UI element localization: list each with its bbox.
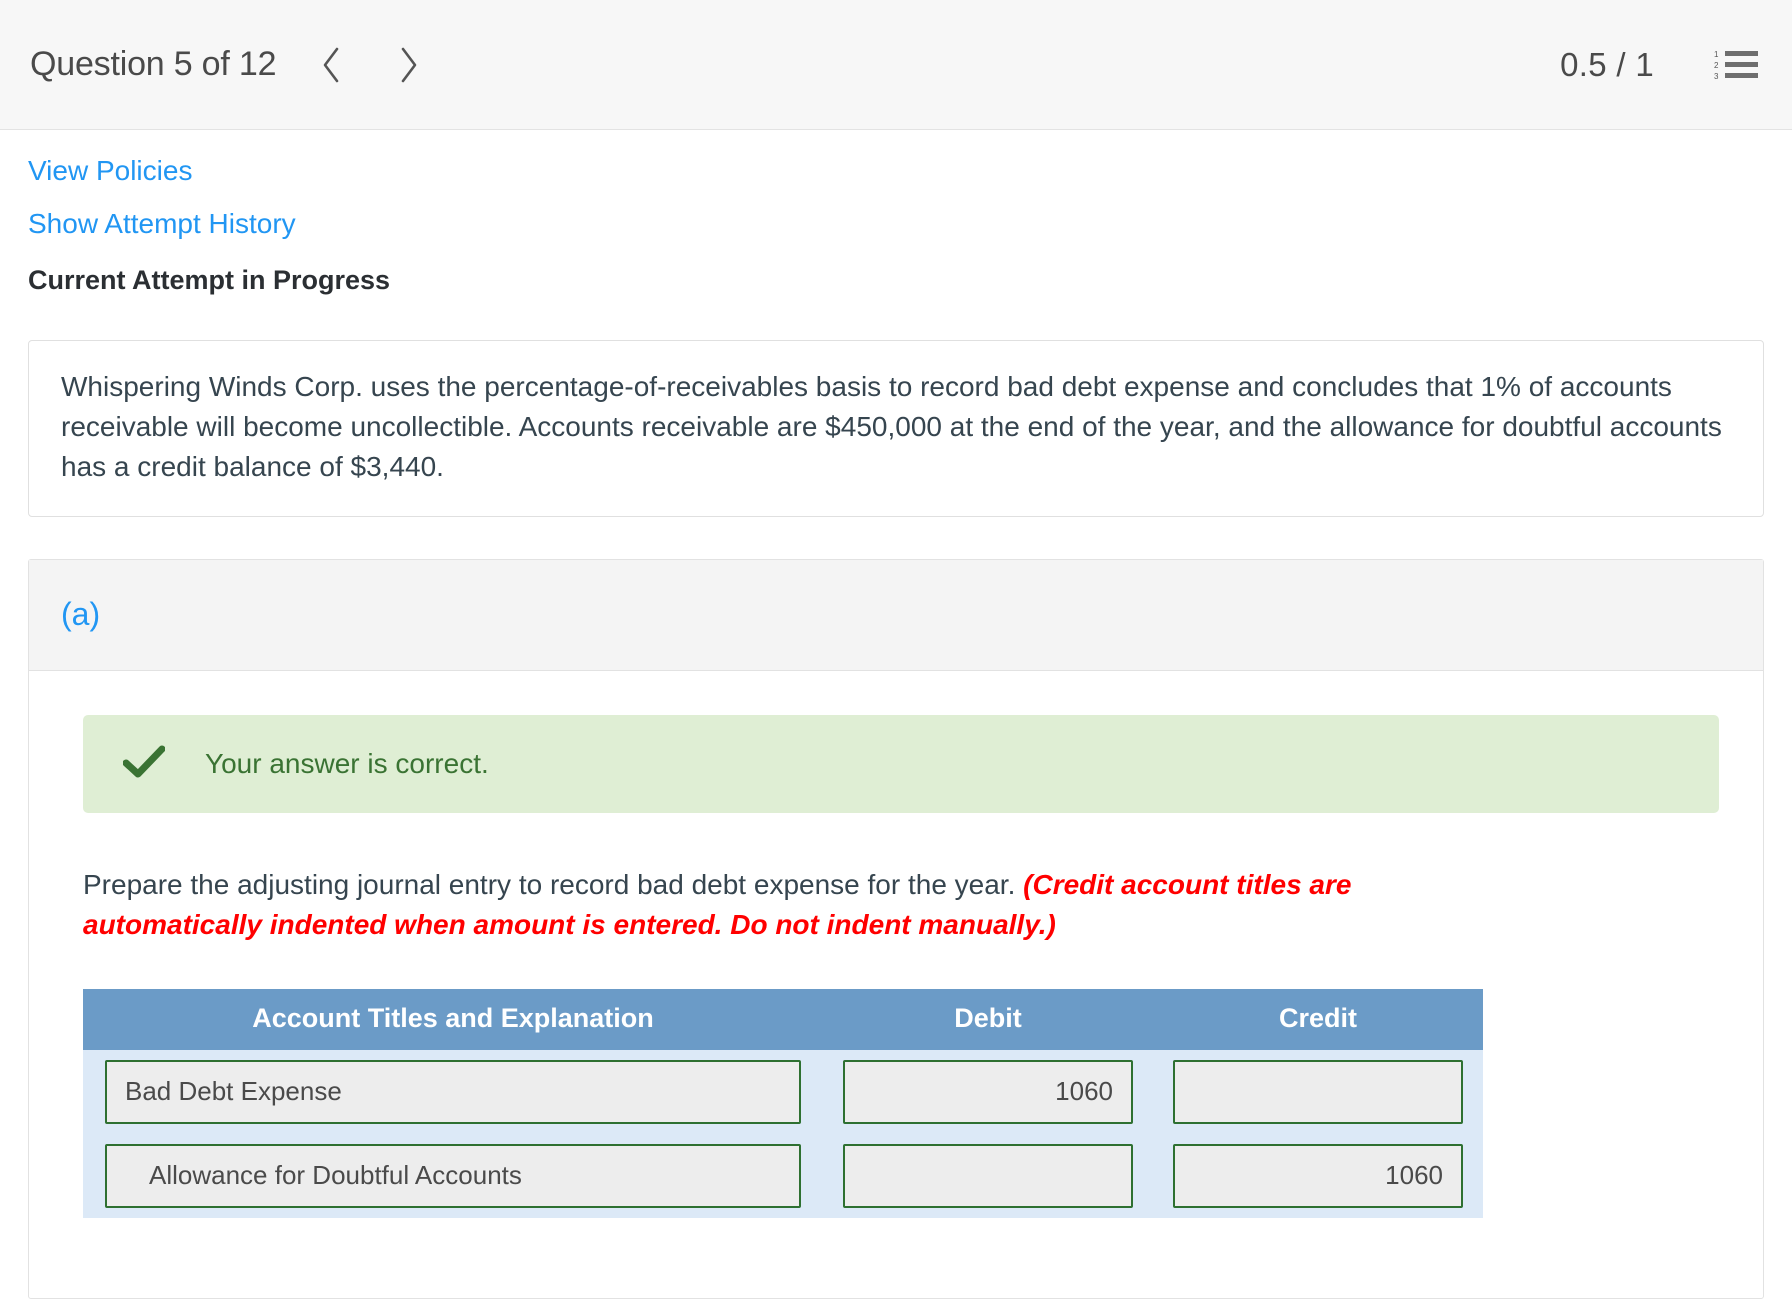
journal-table-body bbox=[83, 1049, 1483, 1218]
svg-text:1: 1 bbox=[1714, 50, 1719, 59]
journal-table-head: Account Titles and Explanation Debit Cre… bbox=[83, 988, 1483, 1050]
debit-input-row1[interactable] bbox=[843, 1059, 1133, 1124]
part-a-section: (a) Your answer is correct. Prepare the … bbox=[28, 559, 1764, 1299]
debit-cell bbox=[823, 1050, 1153, 1134]
chevron-left-icon bbox=[320, 46, 342, 84]
column-header-debit: Debit bbox=[823, 988, 1153, 1050]
svg-text:3: 3 bbox=[1714, 72, 1719, 81]
question-text: Whispering Winds Corp. uses the percenta… bbox=[61, 371, 1722, 482]
previous-question-button[interactable] bbox=[318, 45, 344, 85]
part-a-body: Your answer is correct. Prepare the adju… bbox=[29, 671, 1763, 1298]
page-title: Question 5 of 12 bbox=[30, 45, 277, 83]
journal-entry-table: Account Titles and Explanation Debit Cre… bbox=[83, 988, 1483, 1218]
chevron-right-icon bbox=[398, 46, 420, 84]
column-header-account: Account Titles and Explanation bbox=[83, 988, 823, 1050]
next-question-button[interactable] bbox=[396, 45, 422, 85]
numbered-list-icon[interactable]: 1 2 3 bbox=[1714, 49, 1758, 81]
checkmark-icon bbox=[122, 745, 166, 784]
part-a-header: (a) bbox=[29, 560, 1763, 672]
credit-input-row2[interactable] bbox=[1173, 1143, 1463, 1208]
bottom-spacer bbox=[83, 1218, 1719, 1258]
answer-correct-message: Your answer is correct. bbox=[205, 748, 489, 780]
show-attempt-history-link[interactable]: Show Attempt History bbox=[28, 210, 1764, 238]
question-navigation bbox=[318, 45, 422, 85]
content-area: View Policies Show Attempt History Curre… bbox=[0, 157, 1792, 1299]
answer-correct-alert: Your answer is correct. bbox=[83, 715, 1719, 814]
instruction-text: Prepare the adjusting journal entry to r… bbox=[83, 865, 1503, 945]
table-row bbox=[83, 1049, 1483, 1134]
table-row bbox=[83, 1133, 1483, 1218]
question-page: Question 5 of 12 0.5 / 1 1 2 3 View Poli… bbox=[0, 0, 1792, 1299]
credit-cell bbox=[1153, 1134, 1483, 1218]
top-bar-right: 0.5 / 1 1 2 3 bbox=[1560, 46, 1758, 84]
account-title-input-row1[interactable] bbox=[105, 1059, 801, 1124]
score-display: 0.5 / 1 bbox=[1560, 45, 1654, 83]
instruction-main: Prepare the adjusting journal entry to r… bbox=[83, 869, 1024, 901]
view-policies-link[interactable]: View Policies bbox=[28, 157, 1764, 185]
debit-cell bbox=[823, 1134, 1153, 1218]
account-cell bbox=[83, 1134, 823, 1218]
svg-text:2: 2 bbox=[1714, 61, 1719, 70]
column-header-credit: Credit bbox=[1153, 988, 1483, 1050]
question-statement-box: Whispering Winds Corp. uses the percenta… bbox=[28, 340, 1764, 518]
credit-cell bbox=[1153, 1050, 1483, 1134]
part-label: (a) bbox=[61, 596, 101, 633]
top-bar: Question 5 of 12 0.5 / 1 1 2 3 bbox=[0, 0, 1792, 130]
account-title-input-row2[interactable] bbox=[105, 1143, 801, 1208]
top-links: View Policies Show Attempt History Curre… bbox=[28, 157, 1764, 296]
account-cell bbox=[83, 1050, 823, 1134]
journal-header-row: Account Titles and Explanation Debit Cre… bbox=[83, 988, 1483, 1050]
current-attempt-heading: Current Attempt in Progress bbox=[28, 265, 391, 295]
debit-input-row2[interactable] bbox=[843, 1143, 1133, 1208]
credit-input-row1[interactable] bbox=[1173, 1059, 1463, 1124]
